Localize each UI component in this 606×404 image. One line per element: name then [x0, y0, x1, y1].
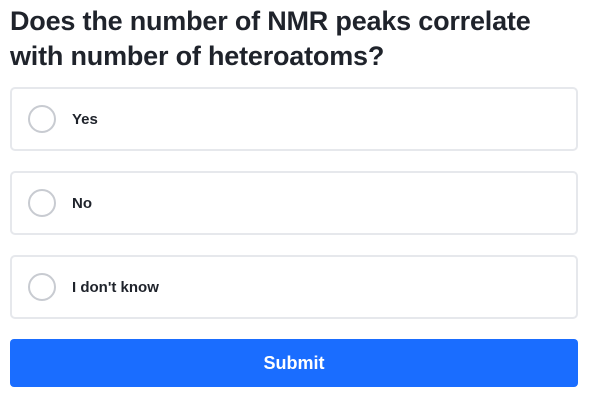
option-label-no: No: [72, 194, 92, 212]
option-no[interactable]: No: [10, 171, 578, 235]
option-label-yes: Yes: [72, 110, 98, 128]
submit-button[interactable]: Submit: [10, 339, 578, 387]
question-title: Does the number of NMR peaks correlate w…: [10, 6, 531, 71]
radio-button-no[interactable]: [28, 189, 56, 217]
option-label-dont-know: I don't know: [72, 278, 159, 296]
option-yes[interactable]: Yes: [10, 87, 578, 151]
radio-button-yes[interactable]: [28, 105, 56, 133]
radio-button-dont-know[interactable]: [28, 273, 56, 301]
answer-options: Yes No I don't know: [10, 87, 578, 339]
option-dont-know[interactable]: I don't know: [10, 255, 578, 319]
